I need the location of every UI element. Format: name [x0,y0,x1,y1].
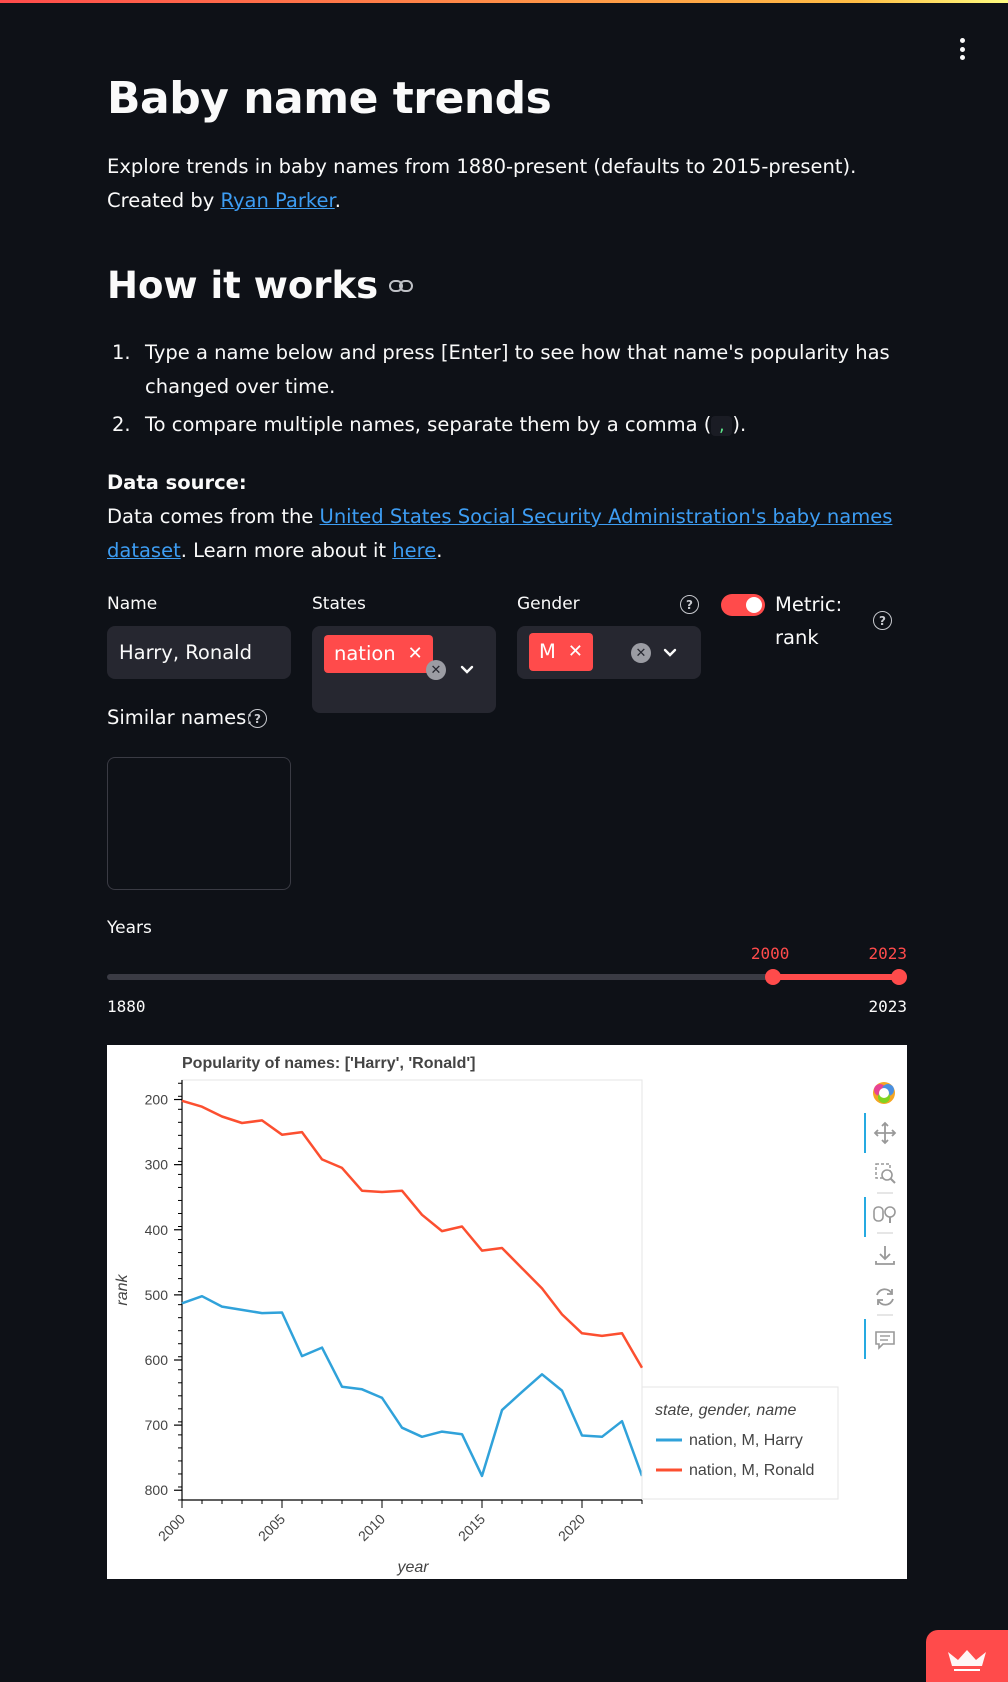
clear-gender-icon[interactable]: ✕ [631,643,651,663]
y-tick-label: 200 [145,1092,169,1108]
wheel-zoom-icon[interactable] [873,1206,896,1223]
gender-help-icon[interactable]: ? [680,595,699,614]
y-tick-label: 700 [145,1417,169,1433]
chevron-down-icon[interactable] [460,663,474,677]
states-tag-label: nation [334,642,396,665]
data-source-paragraph: Data comes from the United States Social… [107,500,907,568]
gender-tag-label: M [539,640,556,663]
learn-more-link[interactable]: here [392,539,436,562]
y-tick-label: 500 [145,1287,169,1303]
legend-title: state, gender, name [655,1402,797,1419]
name-input[interactable]: Harry, Ronald [107,626,291,679]
similar-names-label: Similar names: [107,706,253,729]
step-1: 1. Type a name below and press [Enter] to… [107,336,907,404]
kebab-menu-icon[interactable] [956,38,968,60]
page-title: Baby name trends [107,73,552,124]
gender-tag: M ✕ [529,633,593,671]
gender-label: Gender [517,594,580,614]
streamlit-crown-icon[interactable] [926,1630,1008,1682]
step-text: Type a name below and press [Enter] to s… [145,341,890,398]
metric-help-icon[interactable]: ? [873,611,892,630]
remove-tag-icon[interactable]: ✕ [568,633,583,671]
similar-names-textarea[interactable] [107,757,291,890]
y-tick-label: 800 [145,1482,169,1498]
author-link[interactable]: Ryan Parker [221,189,335,212]
name-label: Name [107,594,158,614]
data-source-title: Data source: [107,471,247,494]
box-zoom-icon[interactable] [875,1163,896,1184]
x-axis-label: year [396,1559,429,1576]
step-text-end: ). [732,413,747,436]
intro-text: Explore trends in baby names from 1880-p… [107,155,857,212]
plot-frame [181,1079,643,1501]
states-tag: nation ✕ [324,635,433,673]
y-axis: 200 300 400 500 600 700 800 [145,1080,183,1501]
slider-high-value: 2023 [868,944,907,963]
how-heading-text: How it works [107,264,379,307]
y-axis-label: rank [114,1273,131,1305]
remove-tag-icon[interactable]: ✕ [408,635,423,673]
reset-icon[interactable] [876,1288,894,1306]
intro-paragraph: Explore trends in baby names from 1880-p… [107,150,907,218]
years-label: Years [107,918,152,938]
slider-max-label: 2023 [868,997,907,1016]
step-number: 1. [112,341,131,364]
data-source-text-mid: . Learn more about it [180,539,393,562]
slider-min-label: 1880 [107,997,146,1016]
chart-lines [181,1099,644,1478]
states-multiselect[interactable]: nation ✕ ✕ [312,626,496,713]
intro-end: . [334,189,341,212]
step-number: 2. [112,413,131,436]
hover-icon[interactable] [875,1331,895,1350]
similar-names-help-icon[interactable]: ? [248,709,267,728]
data-source-end: . [436,539,443,562]
slider-high-thumb[interactable] [891,969,907,985]
bokeh-logo-icon[interactable] [873,1082,895,1104]
step-2: 2. To compare multiple names, separate th… [107,408,907,443]
x-tick-label: 2000 [155,1511,188,1544]
slider-low-value: 2000 [750,944,790,963]
pan-icon[interactable] [873,1121,897,1145]
steps-list: 1. Type a name below and press [Enter] to… [107,336,907,447]
series-line-ronald [181,1099,644,1369]
legend-label-ronald: nation, M, Ronald [689,1462,814,1479]
chart-legend: state, gender, name nation, M, Harry nat… [641,1386,839,1500]
slider-selected-range [772,974,899,980]
chart-svg: Popularity of names: ['Harry', 'Ronald']… [114,1055,897,1576]
save-icon[interactable] [875,1246,895,1265]
chart-toolbar [864,1082,897,1359]
x-tick-label: 2020 [555,1511,588,1544]
comma-code: , [711,416,733,436]
toggle-knob [746,597,762,613]
gender-multiselect[interactable]: M ✕ ✕ [517,626,701,679]
chart-title: Popularity of names: ['Harry', 'Ronald'] [182,1055,475,1072]
chevron-down-icon[interactable] [663,646,677,660]
slider-low-thumb[interactable] [764,969,781,985]
states-label: States [312,594,366,614]
link-icon[interactable] [388,278,414,294]
y-tick-label: 400 [145,1222,169,1238]
data-source-text: Data comes from the [107,505,320,528]
y-tick-label: 600 [145,1352,169,1368]
metric-label: Metric: rank [775,593,843,649]
top-decoration-bar [0,0,1008,3]
name-trend-chart[interactable]: Popularity of names: ['Harry', 'Ronald']… [107,1045,907,1579]
legend-label-harry: nation, M, Harry [689,1432,803,1449]
how-it-works-heading: How it works [107,262,414,310]
x-tick-label: 2005 [255,1511,288,1544]
step-text: To compare multiple names, separate them… [145,413,712,436]
x-tick-label: 2015 [455,1511,488,1544]
x-axis: 2000 2005 2010 2015 2020 [155,1499,643,1544]
y-tick-label: 300 [145,1157,169,1173]
years-slider[interactable] [107,969,907,985]
metric-toggle[interactable] [721,594,765,616]
x-tick-label: 2010 [355,1511,388,1544]
clear-states-icon[interactable]: ✕ [426,660,446,680]
